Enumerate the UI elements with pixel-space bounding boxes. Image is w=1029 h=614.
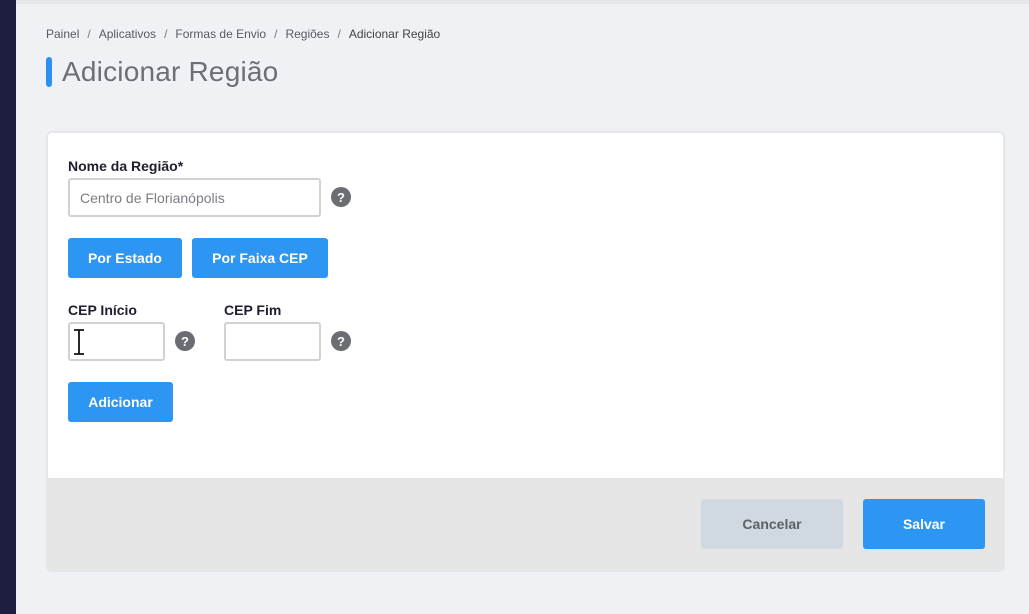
breadcrumb: Painel / Aplicativos / Formas de Envio /…	[46, 27, 440, 41]
breadcrumb-item-regioes[interactable]: Regiões	[285, 27, 329, 41]
breadcrumb-item-painel[interactable]: Painel	[46, 27, 79, 41]
by-zip-range-button[interactable]: Por Faixa CEP	[192, 238, 328, 278]
add-button[interactable]: Adicionar	[68, 382, 173, 422]
breadcrumb-item-aplicativos[interactable]: Aplicativos	[99, 27, 156, 41]
region-name-label: Nome da Região*	[68, 158, 184, 174]
breadcrumb-current: Adicionar Região	[348, 27, 441, 41]
page-title: Adicionar Região	[62, 56, 279, 87]
page-header: Adicionar Região	[46, 56, 278, 88]
help-icon[interactable]: ?	[175, 331, 195, 351]
help-icon[interactable]: ?	[331, 187, 351, 207]
breadcrumb-separator: /	[87, 27, 91, 41]
title-accent-bar	[46, 57, 52, 87]
cep-start-label: CEP Início	[68, 302, 137, 318]
region-form-card: Nome da Região* ? Por Estado Por Faixa C…	[46, 131, 1005, 572]
top-strip	[16, 0, 1029, 4]
cep-end-label: CEP Fim	[224, 302, 282, 318]
app-sidebar-rail	[0, 0, 16, 614]
breadcrumb-separator: /	[337, 27, 341, 41]
save-button[interactable]: Salvar	[863, 499, 985, 549]
breadcrumb-separator: /	[164, 27, 168, 41]
text-cursor-icon	[74, 329, 84, 355]
breadcrumb-separator: /	[274, 27, 278, 41]
region-name-input[interactable]	[68, 178, 321, 217]
breadcrumb-item-formas-de-envio[interactable]: Formas de Envio	[175, 27, 266, 41]
by-state-button[interactable]: Por Estado	[68, 238, 182, 278]
cep-end-input[interactable]	[224, 322, 321, 361]
cancel-button[interactable]: Cancelar	[701, 499, 843, 549]
form-footer: Cancelar Salvar	[48, 478, 1003, 570]
help-icon[interactable]: ?	[331, 331, 351, 351]
